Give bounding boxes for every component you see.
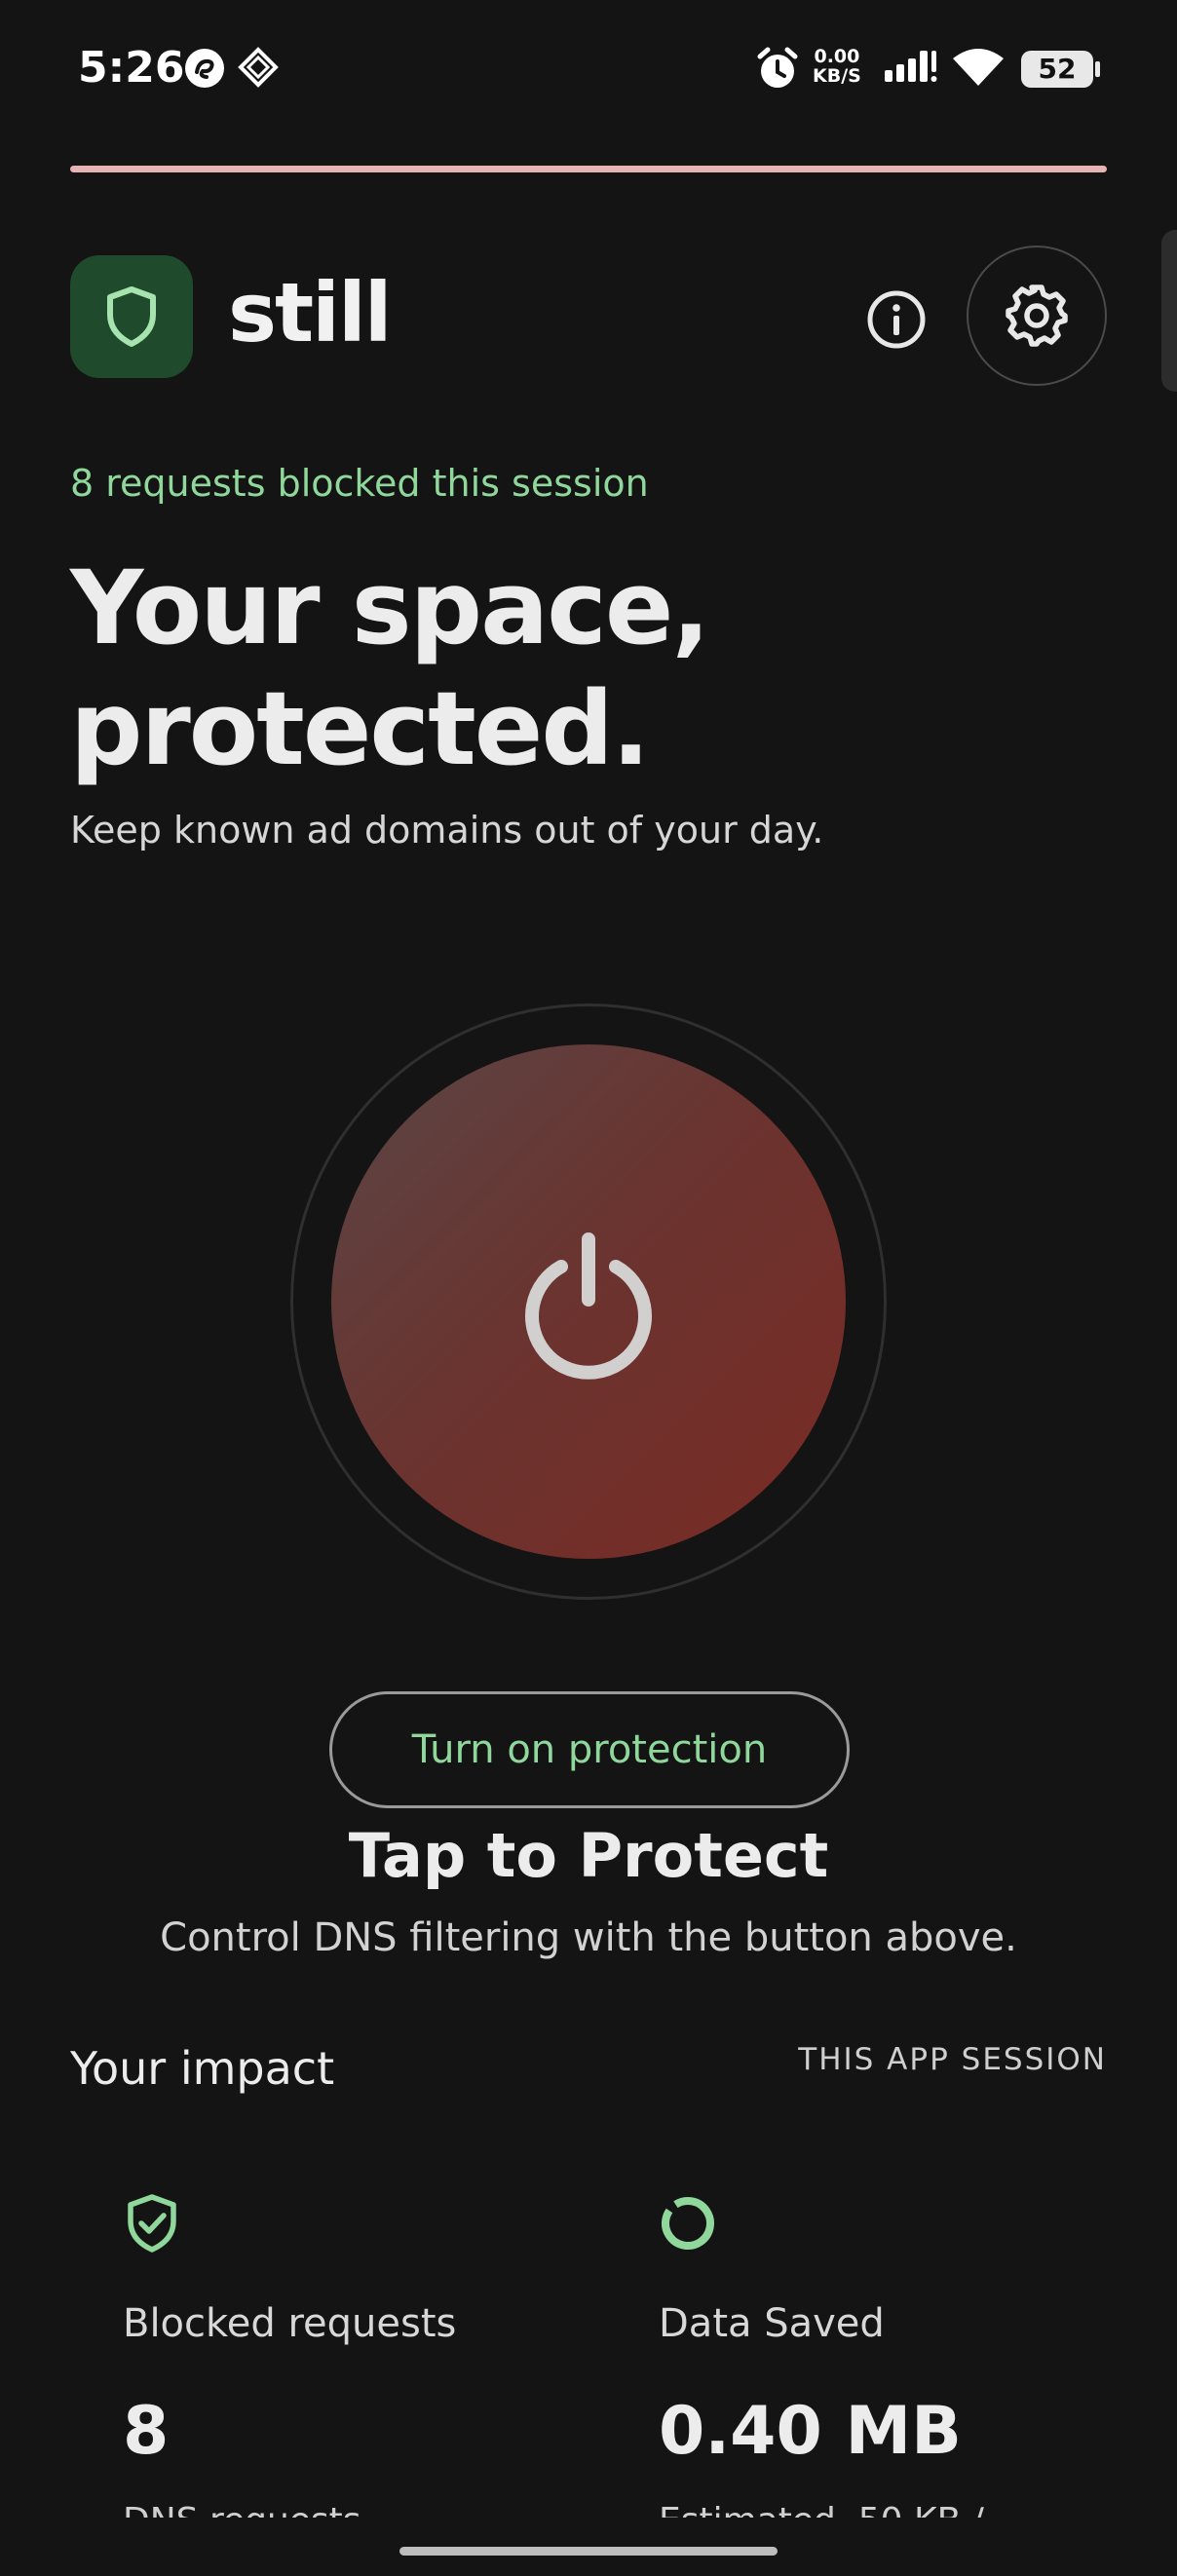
page-title: Your space, protected.	[70, 548, 1044, 789]
network-speed-value: 0.00	[814, 46, 860, 67]
settings-button[interactable]	[967, 246, 1107, 386]
info-button[interactable]	[861, 284, 931, 355]
notification-app-icon	[185, 49, 224, 88]
gear-icon	[1006, 284, 1068, 347]
stat-value: 8	[123, 2393, 170, 2470]
battery-tip	[1095, 61, 1100, 77]
app-name: still	[228, 265, 393, 360]
battery-icon: 52	[1021, 51, 1093, 88]
network-speed-unit: KB/S	[813, 65, 861, 87]
info-icon	[867, 290, 926, 349]
network-speed: 0.00 KB/S	[813, 47, 861, 86]
app-logo	[70, 255, 193, 378]
headline-line-1: Your space,	[70, 549, 710, 667]
edge-panel-handle[interactable]	[1161, 230, 1177, 392]
home-indicator[interactable]	[399, 2547, 778, 2556]
signal-icon	[885, 51, 937, 82]
shield-icon	[107, 286, 156, 347]
status-time: 5:26	[78, 43, 185, 93]
tap-to-protect-subtitle: Control DNS filtering with the button ab…	[160, 1915, 1017, 1960]
stat-card-blocked-requests: Blocked requests 8 DNS requests	[123, 2192, 590, 2541]
top-progress-line	[70, 166, 1107, 172]
stat-label: Blocked requests	[123, 2301, 457, 2346]
power-toggle-button[interactable]	[331, 1044, 846, 1559]
impact-section-title: Your impact	[70, 2042, 335, 2095]
page-subtitle: Keep known ad domains out of your day.	[70, 809, 824, 852]
turn-on-protection-button[interactable]: Turn on protection	[329, 1691, 850, 1808]
tap-to-protect-title: Tap to Protect	[348, 1820, 829, 1891]
donut-chart-icon	[662, 2197, 714, 2250]
app-screen: 5:26 0.00 KB/S 52 still 8 requests block…	[0, 0, 1177, 2576]
headline-line-2: protected.	[70, 669, 650, 788]
stat-card-data-saved: Data Saved 0.40 MB Estimated, 50 KB /	[659, 2192, 1126, 2541]
status-bar: 5:26 0.00 KB/S 52	[0, 0, 1177, 136]
session-blocked-note: 8 requests blocked this session	[70, 462, 649, 505]
stat-label: Data Saved	[659, 2301, 885, 2346]
impact-scope-label: THIS APP SESSION	[798, 2042, 1107, 2077]
notification-app-icon-2	[238, 47, 279, 88]
shield-check-icon	[128, 2194, 176, 2253]
alarm-icon	[757, 47, 798, 88]
wifi-icon	[953, 49, 1004, 86]
stat-value: 0.40 MB	[659, 2393, 962, 2470]
power-icon	[525, 1232, 652, 1380]
